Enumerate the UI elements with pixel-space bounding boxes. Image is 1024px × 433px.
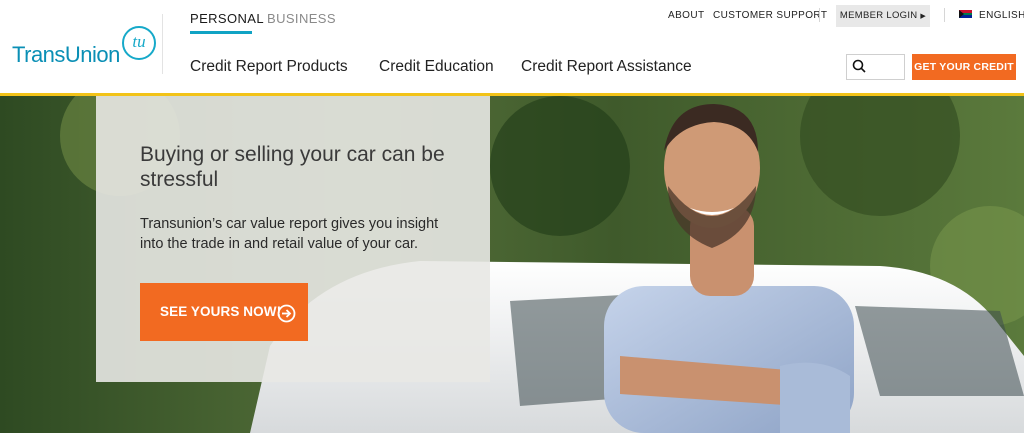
- about-link[interactable]: ABOUT: [668, 10, 704, 21]
- customer-support-link[interactable]: CUSTOMER SUPPORT: [713, 10, 827, 21]
- logo-wordmark: TransUnion: [12, 42, 120, 67]
- nav-credit-education[interactable]: Credit Education: [379, 58, 494, 76]
- language-selector[interactable]: ENGLISH: [979, 10, 1024, 21]
- site-header: TransUnion tu PERSONAL BUSINESS Credit R…: [0, 0, 1024, 94]
- hero-title: Buying or selling your car can be stress…: [140, 143, 445, 191]
- see-yours-now-label: SEE YOURS NOW!: [160, 304, 282, 319]
- utility-divider: [819, 8, 820, 22]
- header-divider: [162, 14, 163, 74]
- triangle-right-icon: ▶: [920, 13, 927, 20]
- tab-personal[interactable]: PERSONAL: [190, 11, 264, 26]
- member-login-label: MEMBER LOGIN: [839, 10, 918, 21]
- hero-card: Buying or selling your car can be stress…: [96, 96, 490, 382]
- south-africa-flag-icon: [959, 10, 972, 18]
- see-yours-now-button[interactable]: SEE YOURS NOW!: [140, 283, 308, 341]
- transunion-logo[interactable]: TransUnion tu: [12, 26, 156, 70]
- arrow-circle-right-icon: [277, 304, 296, 323]
- tab-business[interactable]: BUSINESS: [267, 11, 336, 26]
- tu-mark-icon: tu: [122, 26, 156, 60]
- member-login-button[interactable]: MEMBER LOGIN ▶: [836, 5, 930, 27]
- search-icon: [852, 59, 866, 73]
- search-input[interactable]: [846, 54, 905, 80]
- hero-description: Transunion’s car value report gives you …: [140, 216, 439, 252]
- nav-credit-report-assistance[interactable]: Credit Report Assistance: [521, 58, 692, 76]
- get-your-credit-button[interactable]: GET YOUR CREDIT: [912, 54, 1016, 80]
- nav-credit-report-products[interactable]: Credit Report Products: [190, 58, 348, 76]
- active-tab-indicator: [190, 31, 252, 34]
- utility-divider-2: [944, 8, 945, 22]
